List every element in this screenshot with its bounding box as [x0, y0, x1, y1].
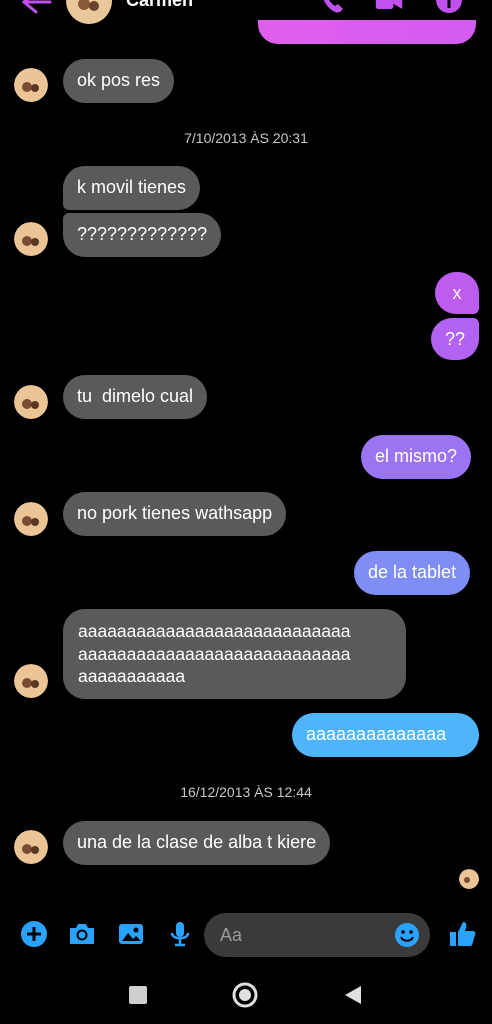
read-receipt-avatar [459, 869, 479, 889]
camera-icon[interactable] [66, 918, 98, 950]
phone-call-icon[interactable] [318, 0, 348, 16]
back-arrow-icon[interactable] [14, 0, 54, 18]
microphone-icon[interactable] [164, 918, 196, 950]
plus-icon[interactable] [18, 918, 50, 950]
info-icon[interactable] [434, 0, 464, 16]
timestamp: 16/12/2013 ÀS 12:44 [180, 784, 312, 800]
sender-avatar[interactable] [14, 502, 48, 536]
message-bubble-incoming[interactable]: no pork tienes wathsapp [63, 492, 287, 536]
thumbs-up-icon[interactable] [446, 918, 478, 950]
gallery-icon[interactable] [115, 918, 147, 950]
video-call-icon[interactable] [374, 0, 404, 16]
message-bubble-incoming[interactable]: ????????????? [63, 213, 222, 257]
partial-outgoing-bubble [258, 20, 476, 44]
sender-avatar[interactable] [14, 664, 48, 698]
sender-avatar[interactable] [14, 222, 48, 256]
back-nav-button[interactable] [343, 984, 363, 1006]
message-bubble-outgoing[interactable]: el mismo? [361, 435, 472, 479]
message-bubble-outgoing[interactable]: de la tablet [354, 551, 471, 595]
message-input-placeholder: Aa [220, 925, 243, 945]
message-bubble-outgoing[interactable]: ?? [431, 318, 479, 360]
sender-avatar[interactable] [14, 830, 48, 864]
sender-avatar[interactable] [14, 68, 48, 102]
message-bubble-incoming[interactable]: una de la clase de alba t kiere [63, 821, 331, 865]
message-bubble-outgoing[interactable]: x [435, 272, 479, 314]
home-button[interactable] [232, 982, 258, 1008]
message-bubble-incoming[interactable]: aaaaaaaaaaaaaaaaaaaaaaaaaaaa aaaaaaaaaaa… [63, 609, 406, 699]
contact-name[interactable]: Carmen [126, 0, 193, 11]
message-bubble-outgoing[interactable]: aaaaaaaaaaaaaa [292, 713, 479, 757]
sender-avatar[interactable] [14, 385, 48, 419]
message-bubble-incoming[interactable]: k movil tienes [63, 166, 201, 210]
recent-apps-button[interactable] [129, 986, 147, 1004]
message-bubble-incoming[interactable]: ok pos res [63, 59, 175, 103]
emoji-icon[interactable] [394, 922, 420, 948]
contact-avatar[interactable] [66, 0, 112, 24]
message-input[interactable]: Aa [204, 913, 430, 957]
timestamp: 7/10/2013 ÀS 20:31 [184, 130, 308, 146]
message-bubble-incoming[interactable]: tu dimelo cual [63, 375, 208, 419]
